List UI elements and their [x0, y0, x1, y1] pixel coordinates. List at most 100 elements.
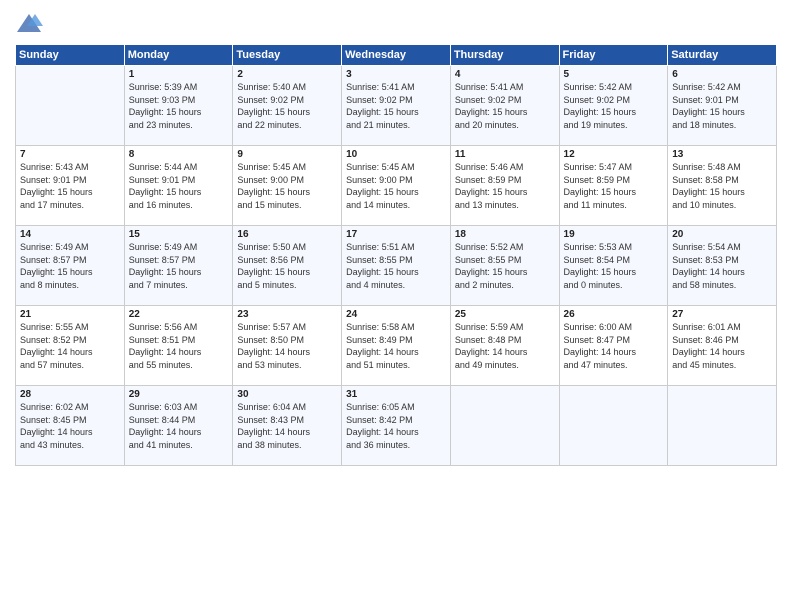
- day-number: 11: [455, 149, 555, 160]
- day-info: Sunrise: 5:58 AM Sunset: 8:49 PM Dayligh…: [346, 321, 446, 371]
- day-cell: 16Sunrise: 5:50 AM Sunset: 8:56 PM Dayli…: [233, 226, 342, 306]
- day-info: Sunrise: 5:44 AM Sunset: 9:01 PM Dayligh…: [129, 161, 229, 211]
- day-cell: [668, 386, 777, 466]
- day-cell: 5Sunrise: 5:42 AM Sunset: 9:02 PM Daylig…: [559, 66, 668, 146]
- day-info: Sunrise: 5:59 AM Sunset: 8:48 PM Dayligh…: [455, 321, 555, 371]
- day-cell: 28Sunrise: 6:02 AM Sunset: 8:45 PM Dayli…: [16, 386, 125, 466]
- day-info: Sunrise: 5:51 AM Sunset: 8:55 PM Dayligh…: [346, 241, 446, 291]
- day-cell: 26Sunrise: 6:00 AM Sunset: 8:47 PM Dayli…: [559, 306, 668, 386]
- day-cell: 8Sunrise: 5:44 AM Sunset: 9:01 PM Daylig…: [124, 146, 233, 226]
- day-number: 21: [20, 309, 120, 320]
- day-info: Sunrise: 5:41 AM Sunset: 9:02 PM Dayligh…: [455, 81, 555, 131]
- day-info: Sunrise: 5:47 AM Sunset: 8:59 PM Dayligh…: [564, 161, 664, 211]
- week-row-5: 28Sunrise: 6:02 AM Sunset: 8:45 PM Dayli…: [16, 386, 777, 466]
- logo: [15, 10, 47, 38]
- day-cell: 27Sunrise: 6:01 AM Sunset: 8:46 PM Dayli…: [668, 306, 777, 386]
- day-number: 22: [129, 309, 229, 320]
- day-number: 26: [564, 309, 664, 320]
- day-info: Sunrise: 5:43 AM Sunset: 9:01 PM Dayligh…: [20, 161, 120, 211]
- header-row: SundayMondayTuesdayWednesdayThursdayFrid…: [16, 45, 777, 66]
- day-info: Sunrise: 5:54 AM Sunset: 8:53 PM Dayligh…: [672, 241, 772, 291]
- day-number: 20: [672, 229, 772, 240]
- day-info: Sunrise: 5:49 AM Sunset: 8:57 PM Dayligh…: [20, 241, 120, 291]
- day-info: Sunrise: 5:57 AM Sunset: 8:50 PM Dayligh…: [237, 321, 337, 371]
- day-number: 19: [564, 229, 664, 240]
- day-cell: 15Sunrise: 5:49 AM Sunset: 8:57 PM Dayli…: [124, 226, 233, 306]
- col-header-friday: Friday: [559, 45, 668, 66]
- day-number: 18: [455, 229, 555, 240]
- day-number: 6: [672, 69, 772, 80]
- day-info: Sunrise: 5:53 AM Sunset: 8:54 PM Dayligh…: [564, 241, 664, 291]
- day-cell: 10Sunrise: 5:45 AM Sunset: 9:00 PM Dayli…: [342, 146, 451, 226]
- day-number: 2: [237, 69, 337, 80]
- day-cell: [450, 386, 559, 466]
- day-info: Sunrise: 5:50 AM Sunset: 8:56 PM Dayligh…: [237, 241, 337, 291]
- day-number: 9: [237, 149, 337, 160]
- day-number: 3: [346, 69, 446, 80]
- day-info: Sunrise: 5:49 AM Sunset: 8:57 PM Dayligh…: [129, 241, 229, 291]
- day-cell: 31Sunrise: 6:05 AM Sunset: 8:42 PM Dayli…: [342, 386, 451, 466]
- week-row-2: 7Sunrise: 5:43 AM Sunset: 9:01 PM Daylig…: [16, 146, 777, 226]
- day-info: Sunrise: 6:04 AM Sunset: 8:43 PM Dayligh…: [237, 401, 337, 451]
- day-cell: 29Sunrise: 6:03 AM Sunset: 8:44 PM Dayli…: [124, 386, 233, 466]
- day-info: Sunrise: 5:41 AM Sunset: 9:02 PM Dayligh…: [346, 81, 446, 131]
- day-number: 7: [20, 149, 120, 160]
- col-header-sunday: Sunday: [16, 45, 125, 66]
- day-info: Sunrise: 5:45 AM Sunset: 9:00 PM Dayligh…: [346, 161, 446, 211]
- day-number: 17: [346, 229, 446, 240]
- day-info: Sunrise: 5:42 AM Sunset: 9:01 PM Dayligh…: [672, 81, 772, 131]
- day-number: 1: [129, 69, 229, 80]
- day-cell: [559, 386, 668, 466]
- day-number: 25: [455, 309, 555, 320]
- day-info: Sunrise: 6:00 AM Sunset: 8:47 PM Dayligh…: [564, 321, 664, 371]
- day-info: Sunrise: 6:05 AM Sunset: 8:42 PM Dayligh…: [346, 401, 446, 451]
- day-cell: 3Sunrise: 5:41 AM Sunset: 9:02 PM Daylig…: [342, 66, 451, 146]
- day-info: Sunrise: 5:40 AM Sunset: 9:02 PM Dayligh…: [237, 81, 337, 131]
- day-info: Sunrise: 5:52 AM Sunset: 8:55 PM Dayligh…: [455, 241, 555, 291]
- day-info: Sunrise: 6:01 AM Sunset: 8:46 PM Dayligh…: [672, 321, 772, 371]
- day-cell: 11Sunrise: 5:46 AM Sunset: 8:59 PM Dayli…: [450, 146, 559, 226]
- page: SundayMondayTuesdayWednesdayThursdayFrid…: [0, 0, 792, 612]
- day-info: Sunrise: 6:02 AM Sunset: 8:45 PM Dayligh…: [20, 401, 120, 451]
- day-number: 24: [346, 309, 446, 320]
- logo-icon: [15, 10, 43, 38]
- day-cell: 24Sunrise: 5:58 AM Sunset: 8:49 PM Dayli…: [342, 306, 451, 386]
- day-cell: 4Sunrise: 5:41 AM Sunset: 9:02 PM Daylig…: [450, 66, 559, 146]
- day-cell: 21Sunrise: 5:55 AM Sunset: 8:52 PM Dayli…: [16, 306, 125, 386]
- day-cell: [16, 66, 125, 146]
- day-cell: 18Sunrise: 5:52 AM Sunset: 8:55 PM Dayli…: [450, 226, 559, 306]
- day-number: 15: [129, 229, 229, 240]
- calendar-table: SundayMondayTuesdayWednesdayThursdayFrid…: [15, 44, 777, 466]
- week-row-1: 1Sunrise: 5:39 AM Sunset: 9:03 PM Daylig…: [16, 66, 777, 146]
- day-info: Sunrise: 5:55 AM Sunset: 8:52 PM Dayligh…: [20, 321, 120, 371]
- day-info: Sunrise: 5:39 AM Sunset: 9:03 PM Dayligh…: [129, 81, 229, 131]
- day-number: 28: [20, 389, 120, 400]
- col-header-wednesday: Wednesday: [342, 45, 451, 66]
- day-cell: 2Sunrise: 5:40 AM Sunset: 9:02 PM Daylig…: [233, 66, 342, 146]
- day-cell: 25Sunrise: 5:59 AM Sunset: 8:48 PM Dayli…: [450, 306, 559, 386]
- day-cell: 19Sunrise: 5:53 AM Sunset: 8:54 PM Dayli…: [559, 226, 668, 306]
- day-info: Sunrise: 5:46 AM Sunset: 8:59 PM Dayligh…: [455, 161, 555, 211]
- col-header-tuesday: Tuesday: [233, 45, 342, 66]
- day-info: Sunrise: 6:03 AM Sunset: 8:44 PM Dayligh…: [129, 401, 229, 451]
- day-number: 8: [129, 149, 229, 160]
- day-number: 16: [237, 229, 337, 240]
- day-number: 31: [346, 389, 446, 400]
- col-header-monday: Monday: [124, 45, 233, 66]
- day-cell: 9Sunrise: 5:45 AM Sunset: 9:00 PM Daylig…: [233, 146, 342, 226]
- day-cell: 22Sunrise: 5:56 AM Sunset: 8:51 PM Dayli…: [124, 306, 233, 386]
- day-cell: 7Sunrise: 5:43 AM Sunset: 9:01 PM Daylig…: [16, 146, 125, 226]
- day-number: 4: [455, 69, 555, 80]
- col-header-thursday: Thursday: [450, 45, 559, 66]
- week-row-3: 14Sunrise: 5:49 AM Sunset: 8:57 PM Dayli…: [16, 226, 777, 306]
- col-header-saturday: Saturday: [668, 45, 777, 66]
- day-info: Sunrise: 5:48 AM Sunset: 8:58 PM Dayligh…: [672, 161, 772, 211]
- day-info: Sunrise: 5:56 AM Sunset: 8:51 PM Dayligh…: [129, 321, 229, 371]
- day-number: 12: [564, 149, 664, 160]
- day-number: 29: [129, 389, 229, 400]
- day-cell: 1Sunrise: 5:39 AM Sunset: 9:03 PM Daylig…: [124, 66, 233, 146]
- day-number: 10: [346, 149, 446, 160]
- day-cell: 14Sunrise: 5:49 AM Sunset: 8:57 PM Dayli…: [16, 226, 125, 306]
- header: [15, 10, 777, 38]
- day-cell: 20Sunrise: 5:54 AM Sunset: 8:53 PM Dayli…: [668, 226, 777, 306]
